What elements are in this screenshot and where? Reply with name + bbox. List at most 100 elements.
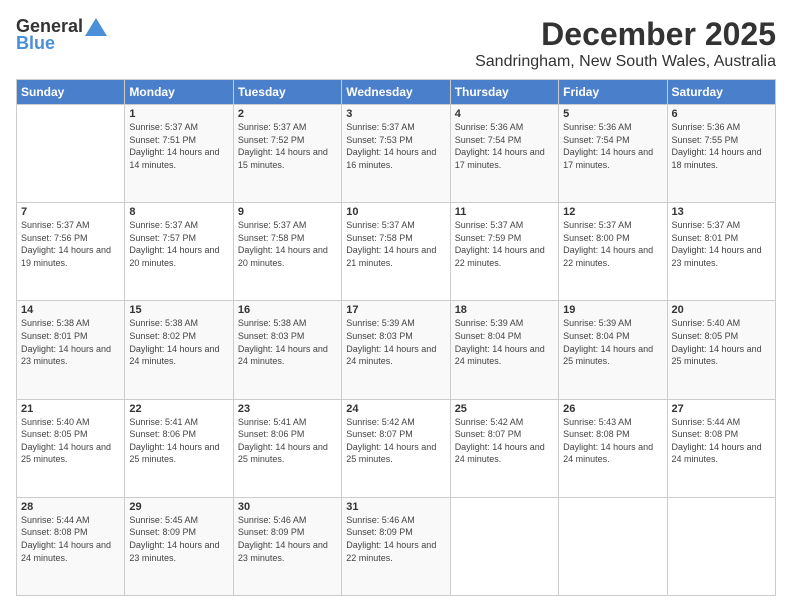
day-cell: [667, 497, 775, 595]
day-number: 13: [672, 206, 771, 218]
day-cell: 21Sunrise: 5:40 AM Sunset: 8:05 PM Dayli…: [17, 399, 125, 497]
week-row-2: 7Sunrise: 5:37 AM Sunset: 7:56 PM Daylig…: [17, 203, 776, 301]
day-cell: 30Sunrise: 5:46 AM Sunset: 8:09 PM Dayli…: [233, 497, 341, 595]
day-number: 29: [129, 501, 228, 513]
day-number: 14: [21, 304, 120, 316]
day-number: 5: [563, 108, 662, 120]
day-number: 28: [21, 501, 120, 513]
day-cell: 18Sunrise: 5:39 AM Sunset: 8:04 PM Dayli…: [450, 301, 558, 399]
day-cell: 2Sunrise: 5:37 AM Sunset: 7:52 PM Daylig…: [233, 105, 341, 203]
day-info: Sunrise: 5:42 AM Sunset: 8:07 PM Dayligh…: [455, 416, 554, 466]
day-number: 4: [455, 108, 554, 120]
day-info: Sunrise: 5:37 AM Sunset: 8:01 PM Dayligh…: [672, 219, 771, 269]
day-info: Sunrise: 5:40 AM Sunset: 8:05 PM Dayligh…: [21, 416, 120, 466]
day-number: 20: [672, 304, 771, 316]
day-cell: 16Sunrise: 5:38 AM Sunset: 8:03 PM Dayli…: [233, 301, 341, 399]
weekday-saturday: Saturday: [667, 80, 775, 105]
day-cell: 27Sunrise: 5:44 AM Sunset: 8:08 PM Dayli…: [667, 399, 775, 497]
day-number: 1: [129, 108, 228, 120]
day-info: Sunrise: 5:37 AM Sunset: 7:51 PM Dayligh…: [129, 121, 228, 171]
day-info: Sunrise: 5:39 AM Sunset: 8:03 PM Dayligh…: [346, 317, 445, 367]
day-cell: 3Sunrise: 5:37 AM Sunset: 7:53 PM Daylig…: [342, 105, 450, 203]
day-info: Sunrise: 5:39 AM Sunset: 8:04 PM Dayligh…: [563, 317, 662, 367]
day-info: Sunrise: 5:41 AM Sunset: 8:06 PM Dayligh…: [129, 416, 228, 466]
day-cell: 22Sunrise: 5:41 AM Sunset: 8:06 PM Dayli…: [125, 399, 233, 497]
day-cell: 31Sunrise: 5:46 AM Sunset: 8:09 PM Dayli…: [342, 497, 450, 595]
day-number: 6: [672, 108, 771, 120]
day-number: 15: [129, 304, 228, 316]
day-number: 26: [563, 403, 662, 415]
day-info: Sunrise: 5:37 AM Sunset: 7:59 PM Dayligh…: [455, 219, 554, 269]
day-cell: 11Sunrise: 5:37 AM Sunset: 7:59 PM Dayli…: [450, 203, 558, 301]
day-number: 31: [346, 501, 445, 513]
day-info: Sunrise: 5:42 AM Sunset: 8:07 PM Dayligh…: [346, 416, 445, 466]
day-cell: [450, 497, 558, 595]
weekday-sunday: Sunday: [17, 80, 125, 105]
day-info: Sunrise: 5:37 AM Sunset: 7:56 PM Dayligh…: [21, 219, 120, 269]
weekday-monday: Monday: [125, 80, 233, 105]
day-cell: 6Sunrise: 5:36 AM Sunset: 7:55 PM Daylig…: [667, 105, 775, 203]
calendar-page: General Blue December 2025 Sandringham, …: [0, 0, 792, 612]
day-info: Sunrise: 5:36 AM Sunset: 7:54 PM Dayligh…: [455, 121, 554, 171]
day-cell: 9Sunrise: 5:37 AM Sunset: 7:58 PM Daylig…: [233, 203, 341, 301]
day-info: Sunrise: 5:37 AM Sunset: 7:52 PM Dayligh…: [238, 121, 337, 171]
day-info: Sunrise: 5:46 AM Sunset: 8:09 PM Dayligh…: [346, 514, 445, 564]
day-cell: 1Sunrise: 5:37 AM Sunset: 7:51 PM Daylig…: [125, 105, 233, 203]
week-row-4: 21Sunrise: 5:40 AM Sunset: 8:05 PM Dayli…: [17, 399, 776, 497]
day-cell: 19Sunrise: 5:39 AM Sunset: 8:04 PM Dayli…: [559, 301, 667, 399]
day-info: Sunrise: 5:37 AM Sunset: 7:53 PM Dayligh…: [346, 121, 445, 171]
day-number: 10: [346, 206, 445, 218]
day-number: 19: [563, 304, 662, 316]
logo-icon: [85, 18, 107, 36]
day-cell: 24Sunrise: 5:42 AM Sunset: 8:07 PM Dayli…: [342, 399, 450, 497]
day-info: Sunrise: 5:37 AM Sunset: 7:58 PM Dayligh…: [238, 219, 337, 269]
calendar-table: SundayMondayTuesdayWednesdayThursdayFrid…: [16, 79, 776, 596]
logo: General Blue: [16, 16, 107, 54]
day-info: Sunrise: 5:44 AM Sunset: 8:08 PM Dayligh…: [672, 416, 771, 466]
day-cell: 4Sunrise: 5:36 AM Sunset: 7:54 PM Daylig…: [450, 105, 558, 203]
day-cell: 7Sunrise: 5:37 AM Sunset: 7:56 PM Daylig…: [17, 203, 125, 301]
day-info: Sunrise: 5:37 AM Sunset: 7:58 PM Dayligh…: [346, 219, 445, 269]
header: General Blue December 2025 Sandringham, …: [16, 16, 776, 71]
day-cell: 25Sunrise: 5:42 AM Sunset: 8:07 PM Dayli…: [450, 399, 558, 497]
day-number: 18: [455, 304, 554, 316]
day-number: 25: [455, 403, 554, 415]
day-number: 24: [346, 403, 445, 415]
title-block: December 2025 Sandringham, New South Wal…: [475, 16, 776, 71]
day-info: Sunrise: 5:44 AM Sunset: 8:08 PM Dayligh…: [21, 514, 120, 564]
day-number: 16: [238, 304, 337, 316]
weekday-friday: Friday: [559, 80, 667, 105]
day-number: 9: [238, 206, 337, 218]
calendar-title: December 2025: [475, 16, 776, 53]
calendar-subtitle: Sandringham, New South Wales, Australia: [475, 53, 776, 71]
day-cell: 8Sunrise: 5:37 AM Sunset: 7:57 PM Daylig…: [125, 203, 233, 301]
day-cell: 20Sunrise: 5:40 AM Sunset: 8:05 PM Dayli…: [667, 301, 775, 399]
day-number: 11: [455, 206, 554, 218]
day-cell: 13Sunrise: 5:37 AM Sunset: 8:01 PM Dayli…: [667, 203, 775, 301]
day-info: Sunrise: 5:36 AM Sunset: 7:55 PM Dayligh…: [672, 121, 771, 171]
day-info: Sunrise: 5:36 AM Sunset: 7:54 PM Dayligh…: [563, 121, 662, 171]
day-cell: [559, 497, 667, 595]
day-number: 23: [238, 403, 337, 415]
day-cell: 14Sunrise: 5:38 AM Sunset: 8:01 PM Dayli…: [17, 301, 125, 399]
day-number: 7: [21, 206, 120, 218]
day-cell: 5Sunrise: 5:36 AM Sunset: 7:54 PM Daylig…: [559, 105, 667, 203]
day-number: 21: [21, 403, 120, 415]
day-number: 2: [238, 108, 337, 120]
day-cell: 15Sunrise: 5:38 AM Sunset: 8:02 PM Dayli…: [125, 301, 233, 399]
day-number: 22: [129, 403, 228, 415]
day-info: Sunrise: 5:38 AM Sunset: 8:03 PM Dayligh…: [238, 317, 337, 367]
day-info: Sunrise: 5:37 AM Sunset: 8:00 PM Dayligh…: [563, 219, 662, 269]
day-number: 8: [129, 206, 228, 218]
day-info: Sunrise: 5:38 AM Sunset: 8:02 PM Dayligh…: [129, 317, 228, 367]
day-number: 12: [563, 206, 662, 218]
day-info: Sunrise: 5:39 AM Sunset: 8:04 PM Dayligh…: [455, 317, 554, 367]
day-info: Sunrise: 5:43 AM Sunset: 8:08 PM Dayligh…: [563, 416, 662, 466]
day-number: 17: [346, 304, 445, 316]
weekday-tuesday: Tuesday: [233, 80, 341, 105]
weekday-wednesday: Wednesday: [342, 80, 450, 105]
day-cell: 23Sunrise: 5:41 AM Sunset: 8:06 PM Dayli…: [233, 399, 341, 497]
day-info: Sunrise: 5:38 AM Sunset: 8:01 PM Dayligh…: [21, 317, 120, 367]
day-cell: 10Sunrise: 5:37 AM Sunset: 7:58 PM Dayli…: [342, 203, 450, 301]
logo-blue: Blue: [16, 33, 55, 54]
